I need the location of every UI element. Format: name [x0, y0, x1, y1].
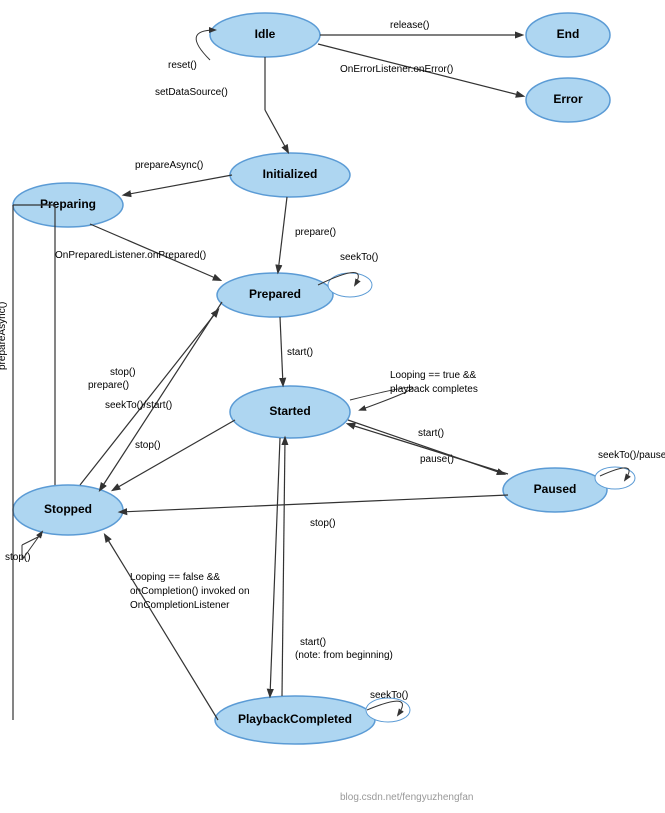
state-diagram: Idle End Error Initialized Preparing Pre…	[0, 0, 665, 813]
end-label: End	[557, 27, 580, 41]
looping-false-label: Looping == false &&	[130, 572, 220, 583]
paused-label: Paused	[534, 482, 577, 496]
preparing-label: Preparing	[40, 197, 96, 211]
start-from-paused-label: start()	[418, 428, 444, 439]
looping-true-label: Looping == true &&	[390, 370, 477, 381]
on-completion-label: onCompletion() invoked on	[130, 586, 250, 597]
playback-completed-self-loop	[366, 698, 410, 722]
prepare-from-stopped-label: prepare()	[88, 380, 129, 391]
start-from-prepared-label: start()	[287, 347, 313, 358]
reset-label: reset()	[168, 60, 197, 71]
playback-completed-label: PlaybackCompleted	[238, 712, 352, 726]
prepare-async-left-label: prepareAsync()	[0, 302, 8, 370]
stopped-label: Stopped	[44, 502, 92, 516]
set-datasource-label: setDataSource()	[155, 87, 228, 98]
stop-from-prepared-label: stop()	[110, 367, 136, 378]
watermark: blog.csdn.net/fengyuzhengfan	[340, 792, 473, 803]
prepare-label: prepare()	[295, 227, 336, 238]
note-from-beginning-label: (note: from beginning)	[295, 650, 393, 661]
on-error-label: OnErrorListener.onError()	[340, 64, 453, 75]
stop-from-paused-label: stop()	[310, 518, 336, 529]
seek-to-playback-label: seekTo()	[370, 690, 408, 701]
start-from-playback-label: start()	[300, 637, 326, 648]
on-prepared-label: OnPreparedListener.onPrepared()	[55, 250, 206, 261]
release-label: release()	[390, 20, 429, 31]
started-label: Started	[269, 404, 310, 418]
seek-pause-label: seekTo()/pause()	[598, 450, 665, 461]
idle-label: Idle	[255, 27, 276, 41]
prepared-self-loop	[328, 273, 372, 297]
seek-start-label: seekTo()/start()	[105, 400, 172, 411]
prepare-async-from-init-label: prepareAsync()	[135, 160, 203, 171]
seek-to-prepared-label: seekTo()	[340, 252, 378, 263]
error-label: Error	[553, 92, 583, 106]
stop-from-started-label: stop()	[135, 440, 161, 451]
initialized-label: Initialized	[263, 167, 318, 181]
prepared-label: Prepared	[249, 287, 301, 301]
looping-true-label2: playback completes	[390, 384, 478, 395]
